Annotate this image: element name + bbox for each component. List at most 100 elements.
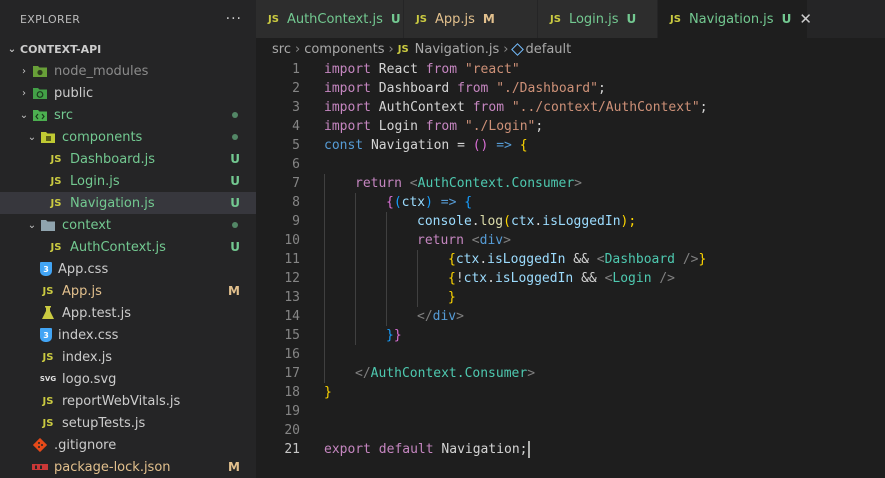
token: => [440, 195, 457, 210]
token: const [324, 138, 364, 153]
code-line: import Login from "./Login"; [324, 117, 885, 136]
untracked-dot-icon [232, 222, 238, 228]
token: div [432, 309, 457, 324]
git-status-badge: M [228, 284, 240, 298]
token: import [324, 62, 371, 77]
more-actions-icon[interactable]: ··· [226, 11, 242, 27]
close-icon[interactable]: ✕ [799, 10, 812, 28]
javascript-file-icon: JS [268, 13, 279, 25]
token: = [449, 138, 473, 153]
tree-item-public[interactable]: › public [0, 82, 256, 104]
token: () [472, 138, 489, 153]
breadcrumb-item-components[interactable]: components [304, 42, 384, 57]
chevron-right-icon: › [503, 41, 509, 57]
svg-file-icon: SVG [39, 375, 57, 383]
tree-item-logo-svg[interactable]: SVG logo.svg [0, 368, 256, 390]
token: isLoggedIn [487, 252, 566, 267]
tree-item-gitignore[interactable]: .gitignore [0, 434, 256, 456]
project-folder[interactable]: ⌄ CONTEXT-API [0, 38, 256, 60]
token: "../context/AuthContext" [511, 100, 700, 115]
javascript-file-icon: JS [42, 351, 54, 363]
token: /> [651, 271, 676, 286]
javascript-file-icon: JS [50, 153, 62, 165]
token: { [448, 252, 456, 267]
tab-login-js[interactable]: JS Login.js U [538, 0, 658, 38]
code-line-current: export default Navigation; [324, 440, 885, 459]
code-line: import Dashboard from "./Dashboard"; [324, 79, 885, 98]
tree-item-dashboard-js[interactable]: JS Dashboard.js U [0, 148, 256, 170]
tree-item-src[interactable]: ⌄ src [0, 104, 256, 126]
untracked-dot-icon [232, 134, 238, 140]
tree-item-components[interactable]: ⌄ components [0, 126, 256, 148]
breadcrumb-item-symbol[interactable]: default [526, 42, 572, 57]
tree-item-app-css[interactable]: 3 App.css [0, 258, 256, 280]
token: import [324, 81, 371, 96]
tree-item-login-js[interactable]: JS Login.js U [0, 170, 256, 192]
token: > [503, 233, 511, 248]
token: isLoggedIn [494, 271, 574, 286]
tree-item-context[interactable]: ⌄ context [0, 214, 256, 236]
tab-authcontext-js[interactable]: JS AuthContext.js U [256, 0, 404, 38]
git-status-badge: M [228, 460, 240, 474]
untracked-dot-icon [232, 112, 238, 118]
code-lines: import React from "react" import Dashboa… [324, 60, 885, 459]
token: . [479, 252, 488, 267]
code-line: } [324, 383, 885, 402]
tree-item-package-lock-json[interactable]: package-lock.json M [0, 456, 256, 478]
tree-item-index-js[interactable]: JS index.js [0, 346, 256, 368]
token: => [496, 138, 512, 153]
chevron-right-icon: › [388, 41, 394, 57]
line-number: 19 [284, 404, 300, 419]
token: return [355, 176, 402, 191]
tab-navigation-js[interactable]: JS Navigation.js U ✕ [658, 0, 812, 38]
chevron-right-icon: › [22, 87, 26, 99]
tree-item-node-modules[interactable]: › node_modules [0, 60, 256, 82]
tab-label: AuthContext.js [286, 11, 383, 27]
code-line: {!ctx.isLoggedIn && <Login /> [324, 269, 885, 288]
line-number-current: 21 [284, 442, 300, 457]
tree-item-reportwebvitals-js[interactable]: JS reportWebVitals.js [0, 390, 256, 412]
token: </ [417, 309, 433, 324]
tree-item-setuptests-js[interactable]: JS setupTests.js [0, 412, 256, 434]
tree-item-authcontext-js[interactable]: JS AuthContext.js U [0, 236, 256, 258]
token: Navigation; [433, 442, 528, 457]
line-number: 9 [292, 214, 300, 229]
breadcrumb-item-src[interactable]: src [272, 42, 291, 57]
code-line: } [324, 288, 885, 307]
token: div [479, 233, 504, 248]
tree-item-app-test-js[interactable]: App.test.js [0, 302, 256, 324]
tree-item-app-js[interactable]: JS App.js M [0, 280, 256, 302]
breadcrumb-item-file[interactable]: Navigation.js [415, 42, 500, 57]
code-line: </div> [324, 307, 885, 326]
folder-icon [40, 217, 56, 233]
token: console [417, 214, 472, 229]
line-number: 12 [284, 271, 300, 286]
token: . [471, 214, 480, 229]
tab-label: Login.js [568, 11, 619, 27]
token: < [471, 233, 480, 248]
tree-item-navigation-js[interactable]: JS Navigation.js U [0, 192, 256, 214]
tree-item-label: components [62, 129, 143, 145]
javascript-file-icon: JS [550, 13, 561, 25]
code-editor[interactable]: 1 2 3 4 5 6 7 8 9 10 11 12 13 14 15 16 1… [256, 60, 885, 478]
javascript-file-icon: JS [50, 241, 62, 253]
explorer-title: EXPLORER [20, 12, 81, 26]
token: return [417, 233, 464, 248]
tab-app-js[interactable]: JS App.js M [404, 0, 538, 38]
code-line: </AuthContext.Consumer> [324, 364, 885, 383]
tree-item-label: .gitignore [54, 437, 117, 453]
tree-item-label: App.css [58, 261, 109, 277]
css-file-icon: 3 [40, 262, 52, 276]
code-line: import React from "react" [324, 60, 885, 79]
javascript-file-icon: JS [50, 175, 62, 187]
tree-item-index-css[interactable]: 3 index.css [0, 324, 256, 346]
tab-git-status: M [482, 12, 495, 26]
token: "./Login" [464, 119, 536, 134]
